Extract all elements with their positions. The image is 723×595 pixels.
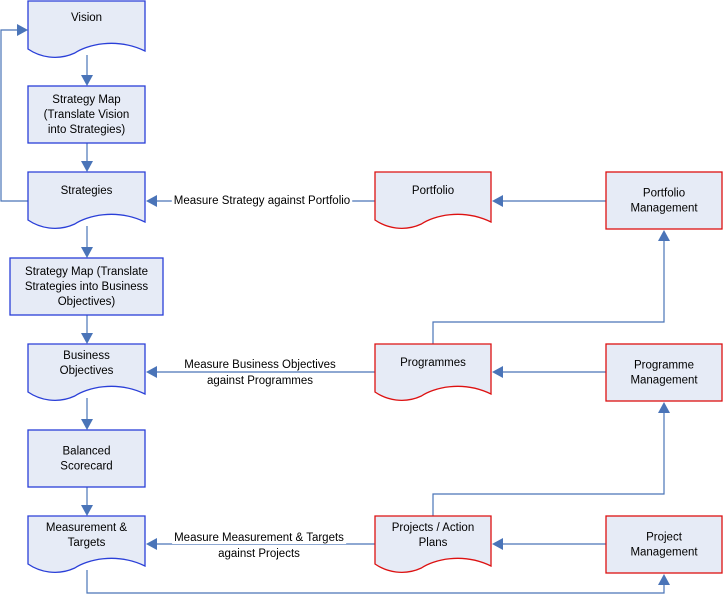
node-label: Balanced <box>63 446 111 458</box>
node-projects-action-plans[interactable]: Projects / Action Plans <box>374 515 492 574</box>
edge-label-programmes-to-business_objectives: Measure Business Objectives <box>184 359 336 371</box>
node-vision[interactable]: Vision <box>27 0 146 59</box>
node-label: Programmes <box>400 357 466 369</box>
node-label: into Strategies) <box>48 124 126 136</box>
node-label: Objectives <box>60 365 114 377</box>
node-strategies[interactable]: Strategies <box>27 171 146 230</box>
node-label: Measurement & <box>46 522 128 534</box>
connector-programmes-to-portfolio_management <box>432 241 665 344</box>
arrowhead-vision-to-strategy_map_1-icon <box>81 75 93 86</box>
arrowhead-strategy_map_2-to-business_objectives-icon <box>81 333 93 344</box>
node-label: Plans <box>419 537 448 549</box>
node-label: Strategies <box>61 185 113 197</box>
node-programmes[interactable]: Programmes <box>374 343 492 402</box>
node-portfolio[interactable]: Portfolio <box>374 171 492 230</box>
node-label: Management <box>630 547 698 559</box>
node-label: Programme <box>634 360 694 372</box>
process-shape <box>605 171 723 230</box>
node-label: Scorecard <box>60 461 112 473</box>
document-shape <box>374 171 492 230</box>
document-shape <box>27 171 146 230</box>
node-label: Strategy Map (Translate <box>25 266 148 278</box>
node-label: (Translate Vision <box>44 109 130 121</box>
arrowhead-programmes-to-business_objectives-icon <box>146 366 157 378</box>
node-strategy-map-2[interactable]: Strategy Map (Translate Strategies into B… <box>9 257 164 316</box>
arrowhead-balanced_scorecard-to-measurement_targets-icon <box>81 505 93 516</box>
edge-label-portfolio-to-strategies: Measure Strategy against Portfolio <box>174 195 350 207</box>
connector-strategies-to-vision <box>0 29 28 202</box>
process-shape <box>27 429 146 488</box>
arrowhead-programme_management-to-programmes-icon <box>492 366 503 378</box>
node-label: Project <box>646 532 683 544</box>
arrowhead-measurement_targets-to-project_management-icon <box>658 574 670 585</box>
edge-label-programmes-to-business_objectives: against Programmes <box>207 375 313 387</box>
node-label: Projects / Action <box>392 522 474 534</box>
node-label: Strategy Map <box>52 94 120 106</box>
edge-label-projects_action_plans-to-measurement_targets: against Projects <box>218 548 300 560</box>
node-label: Objectives) <box>58 296 116 308</box>
node-strategy-map-1[interactable]: Strategy Map (Translate Vision into Strate… <box>27 85 146 144</box>
flowchart: Measure Strategy against Portfolio Measur… <box>0 0 723 594</box>
node-label: Vision <box>71 12 102 24</box>
node-label: Strategies into Business <box>25 281 149 293</box>
arrowhead-projects_action_plans-to-programme_management-icon <box>658 402 670 413</box>
node-business-objectives[interactable]: Business Objectives <box>27 343 146 402</box>
arrowhead-programmes-to-portfolio_management-icon <box>658 230 670 241</box>
document-shape <box>374 343 492 402</box>
arrowhead-strategies-to-strategy_map_2-icon <box>81 247 93 258</box>
arrowhead-portfolio-to-strategies-icon <box>146 195 157 207</box>
arrowhead-business_objectives-to-balanced_scorecard-icon <box>81 419 93 430</box>
edge-label-projects_action_plans-to-measurement_targets: Measure Measurement & Targets <box>174 532 344 544</box>
node-label: Management <box>630 375 698 387</box>
node-measurement-targets[interactable]: Measurement & Targets <box>27 515 146 574</box>
arrowhead-strategy_map_1-to-strategies-icon <box>81 161 93 172</box>
node-label: Business <box>63 350 110 362</box>
node-label: Targets <box>68 537 106 549</box>
process-shape <box>605 343 723 402</box>
node-label: Portfolio <box>412 185 454 197</box>
node-label: Portfolio <box>643 188 685 200</box>
connector-projects_action_plans-to-programme_management <box>432 413 665 516</box>
node-balanced-scorecard[interactable]: Balanced Scorecard <box>27 429 146 488</box>
document-shape <box>27 0 146 59</box>
node-project-management[interactable]: Project Management <box>605 515 723 574</box>
node-label: Management <box>630 203 698 215</box>
process-shape <box>605 515 723 574</box>
node-portfolio-management[interactable]: Portfolio Management <box>605 171 723 230</box>
connector-measurement_targets-to-project_management <box>86 570 665 594</box>
arrowhead-projects_action_plans-to-measurement_targets-icon <box>146 538 157 550</box>
arrowhead-strategies-to-vision-icon <box>17 24 28 36</box>
node-programme-management[interactable]: Programme Management <box>605 343 723 402</box>
arrowhead-portfolio_management-to-portfolio-icon <box>492 195 503 207</box>
arrowhead-project_management-to-projects_action_plans-icon <box>492 538 503 550</box>
